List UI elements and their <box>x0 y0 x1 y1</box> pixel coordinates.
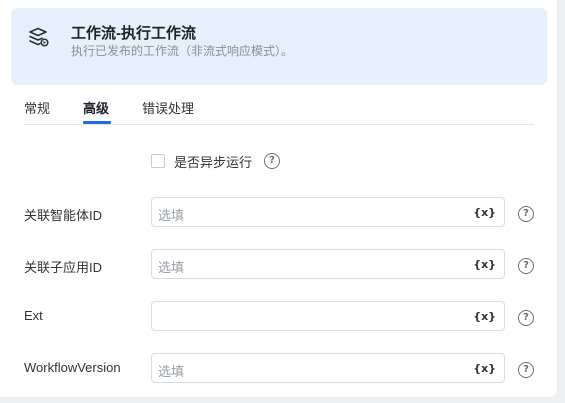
agent-id-placeholder: 选填 <box>158 208 185 223</box>
help-icon[interactable]: ? <box>264 153 281 169</box>
sub-app-id-input[interactable]: 选填 {x} <box>151 249 505 279</box>
tab-error-handling[interactable]: 错误处理 <box>142 98 194 117</box>
sub-app-id-label: 关联子应用ID <box>24 260 103 275</box>
ext-label: Ext <box>24 308 43 323</box>
workflow-version-input[interactable]: 选填 {x} <box>151 353 505 383</box>
tab-general[interactable]: 常规 <box>24 98 50 117</box>
variable-icon[interactable]: {x} <box>473 206 496 219</box>
node-header: 工作流-执行工作流 执行已发布的工作流（非流式响应模式）。 <box>11 8 547 85</box>
sub-app-id-placeholder: 选填 <box>158 260 185 275</box>
agent-id-input[interactable]: 选填 {x} <box>151 197 505 227</box>
help-icon[interactable]: ? <box>518 362 534 378</box>
agent-id-label: 关联智能体ID <box>24 208 103 223</box>
active-tab-indicator <box>83 121 111 124</box>
workflow-version-placeholder: 选填 <box>158 364 185 379</box>
node-description: 执行已发布的工作流（非流式响应模式）。 <box>71 44 294 58</box>
async-run-checkbox[interactable] <box>151 154 165 168</box>
help-icon[interactable]: ? <box>518 206 534 222</box>
ext-input[interactable]: {x} <box>151 301 505 331</box>
workflow-version-label: WorkflowVersion <box>24 360 121 375</box>
async-run-option: 是否异步运行 ? <box>151 152 281 170</box>
config-panel: 工作流-执行工作流 执行已发布的工作流（非流式响应模式）。 常规 高级 错误处理… <box>0 0 557 397</box>
variable-icon[interactable]: {x} <box>473 258 496 271</box>
async-run-label: 是否异步运行 <box>174 154 253 170</box>
variable-icon[interactable]: {x} <box>473 310 496 323</box>
help-icon[interactable]: ? <box>518 258 534 274</box>
variable-icon[interactable]: {x} <box>473 362 496 375</box>
workflow-stack-icon <box>29 27 49 47</box>
node-title: 工作流-执行工作流 <box>71 25 196 42</box>
tab-advanced[interactable]: 高级 <box>83 98 109 117</box>
help-icon[interactable]: ? <box>518 310 534 326</box>
